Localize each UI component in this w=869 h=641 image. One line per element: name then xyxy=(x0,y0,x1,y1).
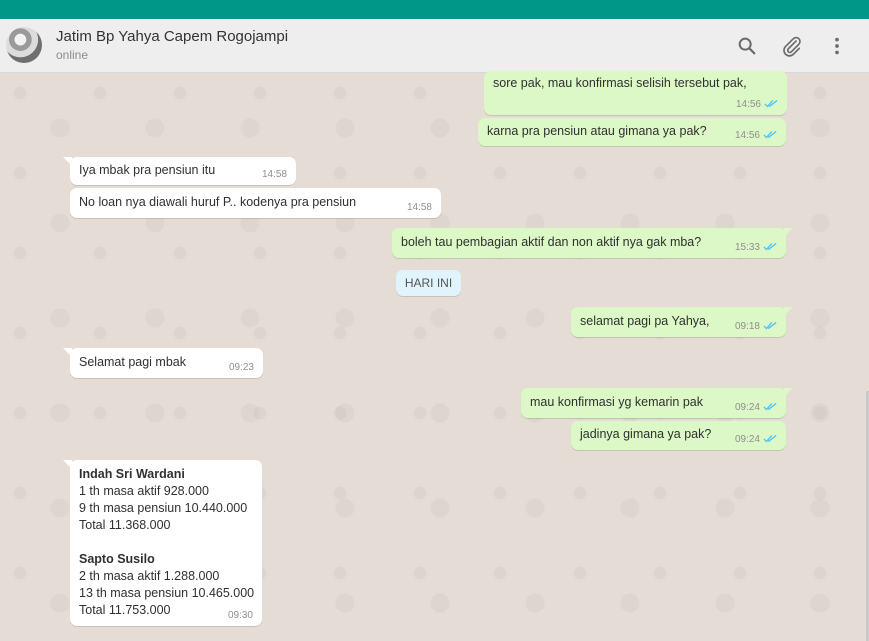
message-text: Iya mbak pra pensiun itu xyxy=(79,163,216,177)
app-top-bar xyxy=(0,0,869,19)
message-time: 14:58 xyxy=(406,202,432,213)
message-meta: 09:18 xyxy=(735,321,777,333)
message-text: jadinya gimana ya pak? xyxy=(580,427,712,441)
contact-name[interactable]: Jatim Bp Yahya Capem Rogojampi xyxy=(56,28,288,45)
message-time: 14:56 xyxy=(735,99,761,110)
message-line: 9 th masa pensiun 10.440.000 xyxy=(79,501,248,515)
read-ticks-icon xyxy=(763,321,777,330)
message-line xyxy=(79,534,254,551)
chat-header: Jatim Bp Yahya Capem Rogojampi online xyxy=(0,19,869,73)
avatar[interactable] xyxy=(6,27,42,63)
menu-icon[interactable] xyxy=(826,35,848,57)
message-time: 09:24 xyxy=(734,434,760,445)
message-line: 2 th masa aktif 1.288.000 xyxy=(79,569,220,583)
message-text: mau konfirmasi yg kemarin pak xyxy=(530,395,703,409)
message-line: Total 11.368.000 xyxy=(79,518,171,532)
message-bubble[interactable]: Iya mbak pra pensiun itu 14:58 xyxy=(63,157,296,185)
message-meta: 09:24 xyxy=(735,402,777,414)
message-line: 13 th masa pensiun 10.465.000 xyxy=(79,586,255,600)
message-time: 14:56 xyxy=(734,130,760,141)
message-bubble[interactable]: sore pak, mau konfirmasi selisih tersebu… xyxy=(484,71,787,115)
search-icon[interactable] xyxy=(736,35,758,57)
message-text: karna pra pensiun atau gimana ya pak? xyxy=(487,124,707,138)
message-text: sore pak, mau konfirmasi selisih tersebu… xyxy=(493,76,747,90)
message-line: Indah Sri Wardani xyxy=(79,467,185,481)
message-meta: 15:33 xyxy=(735,242,777,254)
message-time: 15:33 xyxy=(734,242,760,253)
contact-status: online xyxy=(56,48,89,62)
read-ticks-icon xyxy=(763,242,777,251)
message-time: 14:58 xyxy=(261,169,287,180)
message-text: No loan nya diawali huruf P.. kodenya pr… xyxy=(79,195,357,209)
message-time: 09:18 xyxy=(734,321,760,332)
message-bubble[interactable]: No loan nya diawali huruf P.. kodenya pr… xyxy=(70,188,441,218)
message-text: Indah Sri Wardani 1 th masa aktif 928.00… xyxy=(79,466,254,619)
read-ticks-icon xyxy=(763,434,777,443)
message-meta: 14:56 xyxy=(736,99,778,111)
message-meta: 09:24 xyxy=(735,434,777,446)
message-line: 1 th masa aktif 928.000 xyxy=(79,484,209,498)
message-bubble[interactable]: Indah Sri Wardani 1 th masa aktif 928.00… xyxy=(63,460,262,626)
message-bubble[interactable]: Selamat pagi mbak 09:23 xyxy=(63,348,263,378)
message-text: Selamat pagi mbak xyxy=(79,355,187,369)
message-bubble[interactable]: selamat pagi pa Yahya, 09:18 xyxy=(571,307,793,337)
message-bubble[interactable]: mau konfirmasi yg kemarin pak 09:24 xyxy=(521,388,793,418)
day-divider: HARI INI xyxy=(396,270,461,296)
read-ticks-icon xyxy=(764,99,778,108)
message-meta: 14:56 xyxy=(735,130,777,142)
message-bubble[interactable]: boleh tau pembagian aktif dan non aktif … xyxy=(392,228,793,258)
message-line: Sapto Susilo xyxy=(79,552,155,566)
message-text: selamat pagi pa Yahya, xyxy=(580,314,710,328)
message-time: 09:30 xyxy=(227,610,253,621)
message-text: boleh tau pembagian aktif dan non aktif … xyxy=(401,235,702,249)
message-bubble[interactable]: jadinya gimana ya pak? 09:24 xyxy=(571,421,786,450)
message-time: 09:23 xyxy=(228,362,254,373)
read-ticks-icon xyxy=(763,402,777,411)
message-time: 09:24 xyxy=(734,402,760,413)
message-bubble[interactable]: karna pra pensiun atau gimana ya pak? 14… xyxy=(478,118,786,146)
attach-icon[interactable] xyxy=(781,35,803,57)
read-ticks-icon xyxy=(763,130,777,139)
